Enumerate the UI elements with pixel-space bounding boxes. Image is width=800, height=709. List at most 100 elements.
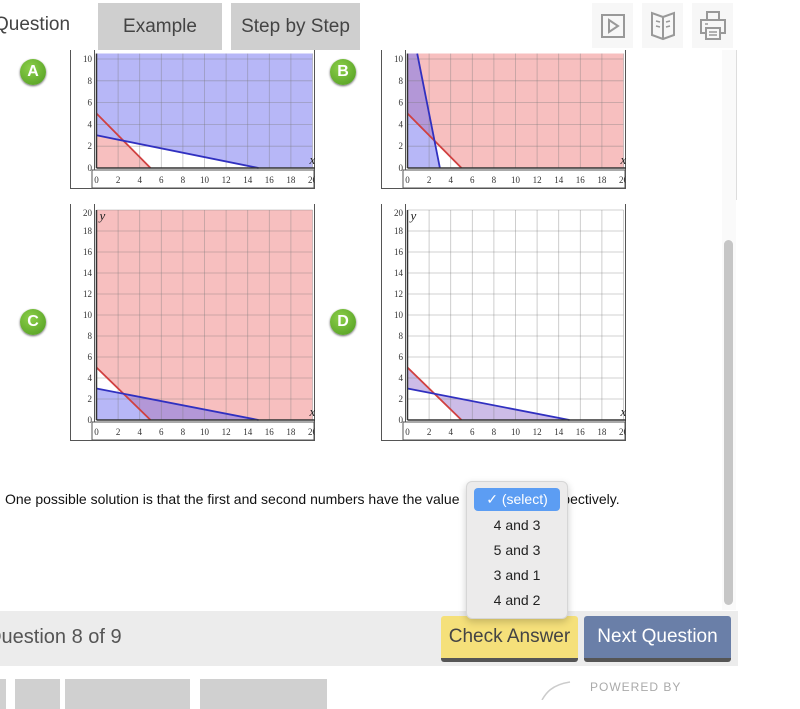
option-d-badge[interactable]: D <box>330 309 356 335</box>
x-tick-label: 10 <box>200 427 210 437</box>
y-tick-label: 16 <box>83 247 93 257</box>
x-tick-label: 4 <box>448 175 453 185</box>
y-tick-label: 8 <box>88 331 93 341</box>
question-tab[interactable]: Question <box>0 14 70 36</box>
y-tick-label: 6 <box>88 352 93 362</box>
y-tick-label: 14 <box>394 268 404 278</box>
x-tick-label: 10 <box>511 427 521 437</box>
y-tick-label: 6 <box>399 352 404 362</box>
x-tick-label: 2 <box>427 427 432 437</box>
powered-by-text: POWERED BY <box>590 680 682 694</box>
x-tick-label: 18 <box>597 175 607 185</box>
dropdown-option[interactable]: 5 and 3 <box>474 538 560 561</box>
y-tick-label: 2 <box>399 394 404 404</box>
x-tick-label: 8 <box>181 427 186 437</box>
y-tick-label: 8 <box>88 76 93 86</box>
option-b-label: B <box>337 63 349 80</box>
dropdown-option[interactable]: 3 and 1 <box>474 563 560 586</box>
bottom-tab[interactable] <box>65 679 190 709</box>
answer-dropdown[interactable]: ✓ (select) 4 and 3 5 and 3 3 and 1 4 and… <box>466 481 568 619</box>
x-axis-label: x <box>620 152 627 167</box>
bottom-tab[interactable] <box>200 679 327 709</box>
y-tick-label: 4 <box>88 119 93 129</box>
y-tick-label: 2 <box>88 141 93 151</box>
x-tick-label: 14 <box>243 175 253 185</box>
x-tick-label: 4 <box>137 427 142 437</box>
y-tick-label: 6 <box>88 98 93 108</box>
x-tick-label: 8 <box>492 427 497 437</box>
x-tick-label: 14 <box>554 427 564 437</box>
print-button[interactable] <box>692 3 733 48</box>
bottom-tab[interactable] <box>15 679 60 709</box>
x-tick-label: 12 <box>222 175 231 185</box>
y-tick-label: 14 <box>83 268 93 278</box>
sentence-start: One possible solution is that the first … <box>5 491 460 507</box>
y-tick-label: 0 <box>399 163 404 173</box>
x-tick-label: 0 <box>94 427 99 437</box>
dropdown-option[interactable]: 4 and 3 <box>474 513 560 536</box>
x-tick-label: 20 <box>308 427 315 437</box>
y-tick-label: 16 <box>394 247 404 257</box>
dropdown-option[interactable]: 4 and 2 <box>474 588 560 611</box>
graph-option-c[interactable]: 0 2 4 6 8 10 12 14 16 18 20 0 2 4 6 8 10 12 14 16 18 20 x y <box>70 204 315 442</box>
x-tick-label: 14 <box>554 175 564 185</box>
y-tick-label: 8 <box>399 76 404 86</box>
x-tick-label: 0 <box>405 427 410 437</box>
x-tick-label: 10 <box>200 175 210 185</box>
divider <box>736 50 737 200</box>
x-tick-label: 12 <box>533 427 542 437</box>
x-tick-label: 18 <box>286 175 296 185</box>
y-axis-label: y <box>409 208 417 223</box>
x-tick-label: 0 <box>405 175 410 185</box>
x-axis-label: x <box>309 404 316 419</box>
x-tick-label: 4 <box>137 175 142 185</box>
x-tick-label: 6 <box>470 175 475 185</box>
example-button[interactable]: Example <box>98 3 222 50</box>
y-tick-label: 18 <box>83 226 93 236</box>
x-tick-label: 18 <box>597 427 607 437</box>
x-tick-label: 12 <box>222 427 231 437</box>
graph-option-a[interactable]: 0 2 4 6 8 10 12 14 16 18 20 0 2 4 6 8 10 x <box>70 50 315 190</box>
question-counter: Question 8 of 9 <box>0 626 122 648</box>
graph-option-d[interactable]: 0 2 4 6 8 10 12 14 16 18 20 0 2 4 6 8 10 12 14 16 18 20 x y <box>381 204 626 442</box>
bottom-tab[interactable] <box>0 679 6 709</box>
play-button[interactable] <box>592 3 633 48</box>
option-a-badge[interactable]: A <box>20 59 46 85</box>
y-tick-label: 4 <box>399 119 404 129</box>
y-tick-label: 0 <box>88 415 93 425</box>
y-tick-label: 6 <box>399 98 404 108</box>
x-tick-label: 6 <box>470 427 475 437</box>
y-tick-label: 12 <box>83 289 92 299</box>
x-tick-label: 10 <box>511 175 521 185</box>
y-tick-label: 4 <box>399 373 404 383</box>
x-tick-label: 8 <box>181 175 186 185</box>
x-tick-label: 2 <box>427 175 432 185</box>
graph-option-b[interactable]: 0 2 4 6 8 10 12 14 16 18 20 0 2 4 6 8 10 x <box>381 50 626 190</box>
x-tick-label: 14 <box>243 427 253 437</box>
x-tick-label: 8 <box>492 175 497 185</box>
dropdown-option-select[interactable]: ✓ (select) <box>474 488 560 511</box>
option-c-badge[interactable]: C <box>20 309 46 335</box>
scrollbar-thumb[interactable] <box>724 240 733 605</box>
x-tick-label: 4 <box>448 427 453 437</box>
check-answer-button[interactable]: Check Answer <box>441 616 578 662</box>
y-tick-label: 10 <box>83 54 93 64</box>
y-tick-label: 2 <box>399 141 404 151</box>
y-tick-label: 0 <box>88 163 93 173</box>
y-tick-label: 2 <box>88 394 93 404</box>
option-c-label: C <box>27 313 39 330</box>
x-tick-label: 2 <box>116 427 121 437</box>
y-tick-label: 12 <box>394 289 403 299</box>
y-tick-label: 20 <box>83 208 93 218</box>
x-tick-label: 6 <box>159 427 164 437</box>
option-b-badge[interactable]: B <box>330 59 356 85</box>
next-question-button[interactable]: Next Question <box>584 616 731 662</box>
y-tick-label: 10 <box>394 310 404 320</box>
x-tick-label: 20 <box>308 175 315 185</box>
option-d-label: D <box>337 313 349 330</box>
book-button[interactable] <box>642 3 683 48</box>
book-icon <box>650 11 675 40</box>
x-tick-label: 20 <box>619 175 626 185</box>
x-tick-label: 16 <box>265 427 275 437</box>
step-by-step-button[interactable]: Step by Step <box>231 3 360 50</box>
